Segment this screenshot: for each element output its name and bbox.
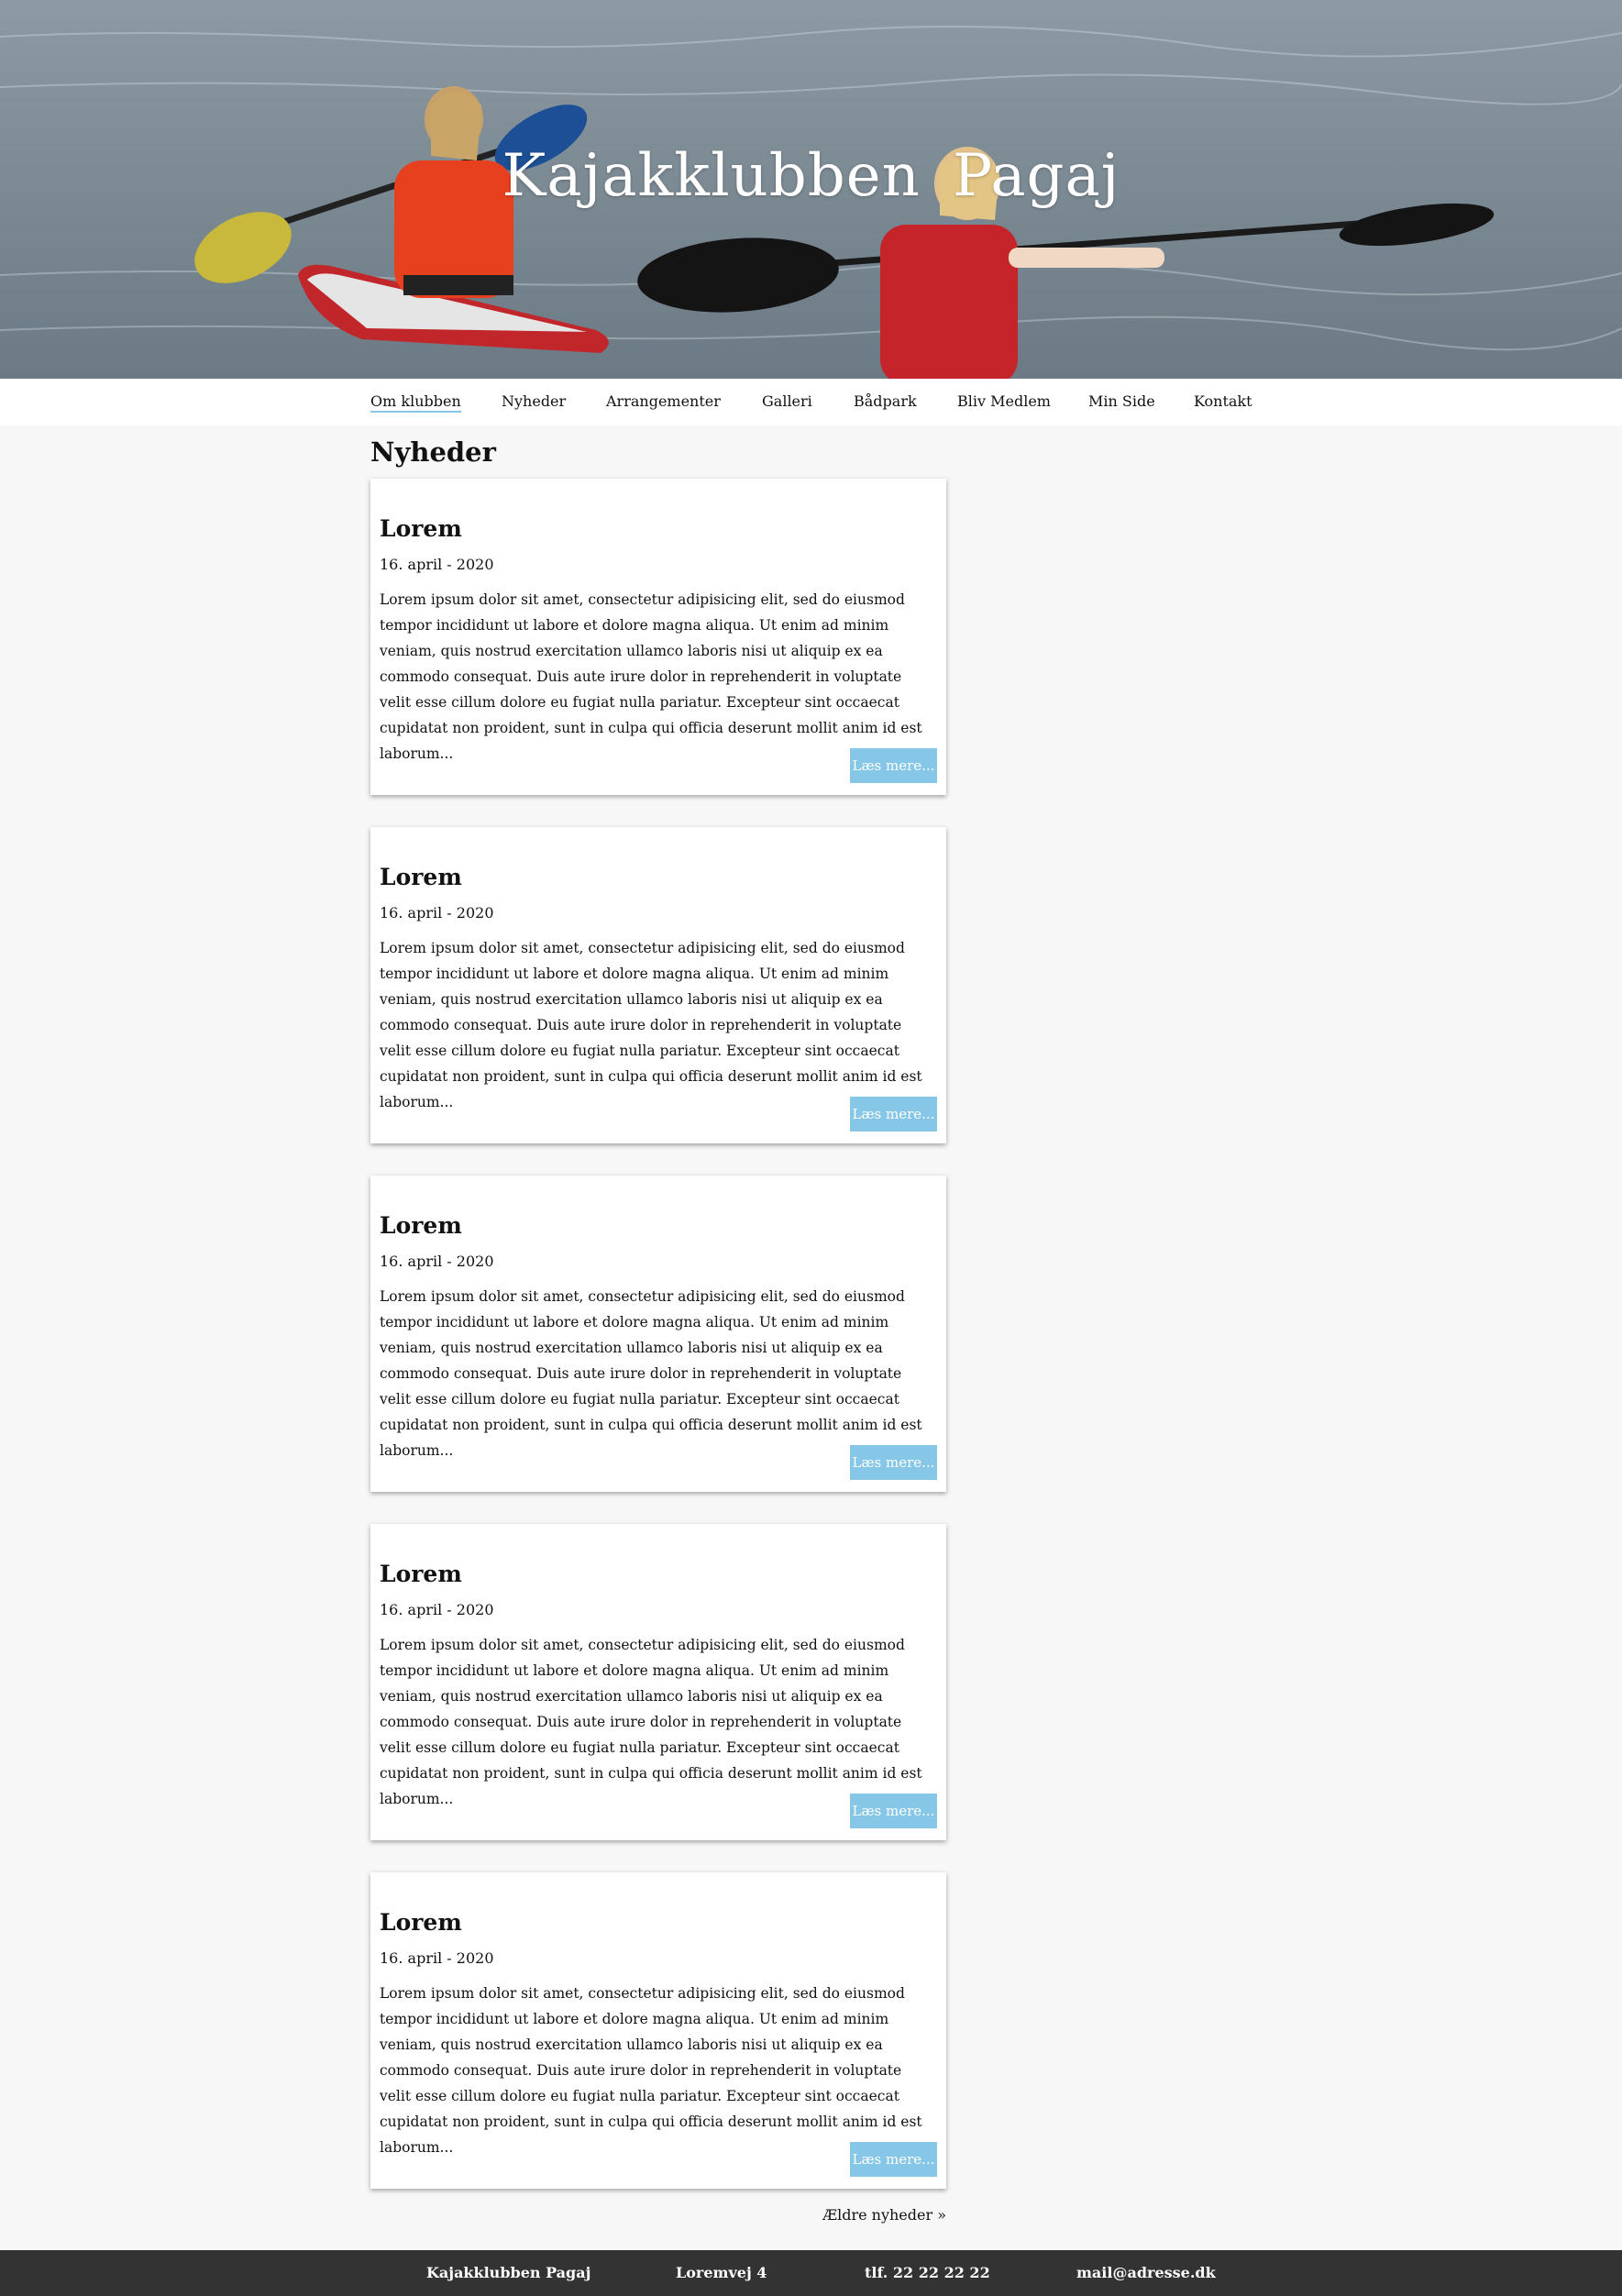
footer-phone: tlf. 22 22 22 22 xyxy=(865,2264,990,2281)
news-title: Lorem xyxy=(380,515,462,542)
news-excerpt: Lorem ipsum dolor sit amet, consectetur … xyxy=(380,940,922,1110)
news-date: 16. april - 2020 xyxy=(380,556,494,573)
hero-banner: Kajakklubben Pagaj xyxy=(0,0,1622,379)
news-card: Lorem 16. april - 2020 Lorem ipsum dolor… xyxy=(370,1872,946,2189)
nav-item-galleri[interactable]: Galleri xyxy=(762,392,812,410)
news-title: Lorem xyxy=(380,864,462,890)
nav-item-om-klubben[interactable]: Om klubben xyxy=(370,392,461,413)
main-nav: Om klubben Nyheder Arrangementer Galleri… xyxy=(0,379,1622,425)
news-title: Lorem xyxy=(380,1561,462,1587)
read-more-button[interactable]: Læs mere... xyxy=(850,748,937,783)
read-more-button[interactable]: Læs mere... xyxy=(850,1794,937,1828)
nav-item-bliv-medlem[interactable]: Bliv Medlem xyxy=(957,392,1051,410)
news-date: 16. april - 2020 xyxy=(380,904,494,922)
nav-item-min-side[interactable]: Min Side xyxy=(1088,392,1155,410)
footer-address: Loremvej 4 xyxy=(676,2264,767,2281)
news-excerpt: Lorem ipsum dolor sit amet, consectetur … xyxy=(380,1637,922,1807)
nav-item-nyheder[interactable]: Nyheder xyxy=(502,392,566,410)
site-title: Kajakklubben Pagaj xyxy=(502,142,1120,210)
read-more-button[interactable]: Læs mere... xyxy=(850,1097,937,1131)
nav-item-arrangementer[interactable]: Arrangementer xyxy=(606,392,721,410)
news-excerpt: Lorem ipsum dolor sit amet, consectetur … xyxy=(380,591,922,762)
news-date: 16. april - 2020 xyxy=(380,1949,494,1967)
news-card: Lorem 16. april - 2020 Lorem ipsum dolor… xyxy=(370,479,946,795)
news-excerpt: Lorem ipsum dolor sit amet, consectetur … xyxy=(380,1985,922,2156)
news-title: Lorem xyxy=(380,1212,462,1239)
news-card: Lorem 16. april - 2020 Lorem ipsum dolor… xyxy=(370,1176,946,1492)
nav-item-kontakt[interactable]: Kontakt xyxy=(1194,392,1252,410)
read-more-button[interactable]: Læs mere... xyxy=(850,1445,937,1480)
news-card: Lorem 16. april - 2020 Lorem ipsum dolor… xyxy=(370,1524,946,1840)
footer-email[interactable]: mail@adresse.dk xyxy=(1076,2264,1216,2281)
news-excerpt: Lorem ipsum dolor sit amet, consectetur … xyxy=(380,1288,922,1459)
news-date: 16. april - 2020 xyxy=(380,1253,494,1270)
news-title: Lorem xyxy=(380,1909,462,1936)
site-footer: Kajakklubben Pagaj Loremvej 4 tlf. 22 22… xyxy=(0,2250,1622,2296)
news-card: Lorem 16. april - 2020 Lorem ipsum dolor… xyxy=(370,827,946,1143)
nav-item-badpark[interactable]: Bådpark xyxy=(854,392,917,410)
read-more-button[interactable]: Læs mere... xyxy=(850,2142,937,2177)
news-date: 16. april - 2020 xyxy=(380,1601,494,1618)
footer-club-name: Kajakklubben Pagaj xyxy=(426,2264,591,2281)
page-title: Nyheder xyxy=(370,436,496,468)
older-news-link[interactable]: Ældre nyheder » xyxy=(822,2206,946,2224)
